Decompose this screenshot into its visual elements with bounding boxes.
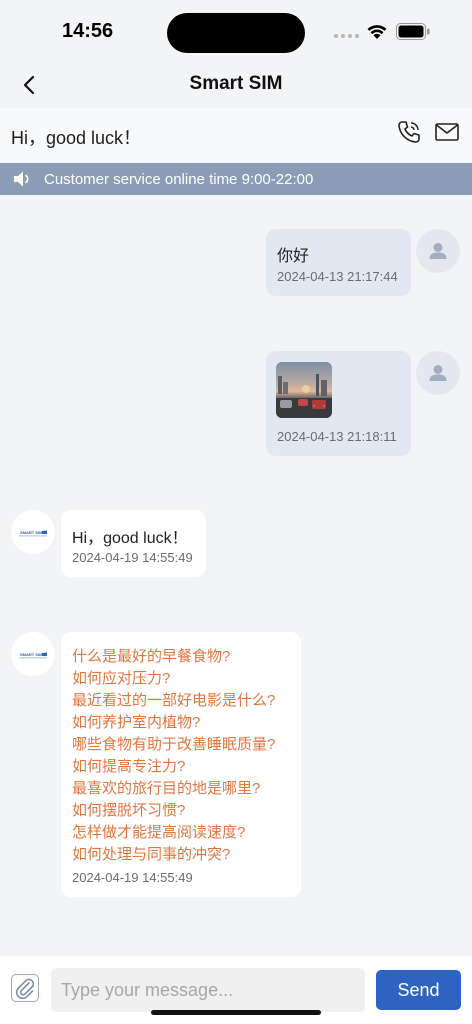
faq-list: 什么是最好的早餐食物? 如何应对压力? 最近看过的一部好电影是什么? 如何养护室… (72, 646, 275, 866)
paperclip-icon (15, 978, 35, 1000)
svg-text:SMART SIM: SMART SIM (20, 530, 43, 535)
photo-thumbnail[interactable] (276, 362, 332, 418)
bot-avatar: SMART SIM (11, 632, 55, 676)
message-input[interactable] (51, 968, 365, 1012)
status-time: 14:56 (62, 20, 114, 42)
faq-question[interactable]: 如何养护室内植物? (72, 712, 275, 734)
faq-question[interactable]: 最喜欢的旅行目的地是哪里? (72, 778, 275, 800)
faq-question[interactable]: 什么是最好的早餐食物? (72, 646, 275, 668)
notice-bar: Customer service online time 9:00-22:00 (0, 163, 472, 195)
nav-bar: Smart SIM (0, 62, 472, 108)
home-indicator (151, 1010, 321, 1015)
attach-button[interactable] (11, 974, 39, 1002)
user-avatar (416, 351, 460, 395)
notice-text: Customer service online time 9:00-22:00 (44, 171, 314, 188)
person-icon (429, 365, 447, 381)
city-street-photo (276, 374, 332, 418)
dynamic-island (167, 13, 305, 53)
smart-sim-logo: SMART SIM (19, 530, 47, 537)
message-bubble: Hi，good luck！ 2024-04-19 14:55:49 (61, 510, 206, 577)
faq-question[interactable]: 如何摆脱坏习惯? (72, 800, 275, 822)
send-button[interactable]: Send (376, 970, 461, 1010)
smart-sim-logo: SMART SIM (19, 652, 47, 659)
wifi-icon (367, 25, 387, 39)
message-text: Hi，good luck！ (72, 530, 188, 547)
person-icon (429, 243, 447, 259)
mail-icon[interactable] (434, 120, 460, 144)
faq-question[interactable]: 怎样做才能提高阅读速度? (72, 822, 275, 844)
bot-avatar: SMART SIM (11, 510, 55, 554)
page-title: Smart SIM (189, 73, 283, 94)
message-timestamp: 2024-04-19 14:55:49 (72, 870, 193, 885)
message-timestamp: 2024-04-13 21:17:44 (277, 269, 398, 284)
svg-text:SMART SIM: SMART SIM (20, 652, 43, 657)
phone-icon[interactable] (396, 119, 422, 145)
faq-question[interactable]: 如何处理与同事的冲突? (72, 844, 275, 866)
user-avatar (416, 229, 460, 273)
message-timestamp: 2024-04-13 21:18:11 (277, 429, 397, 444)
faq-question[interactable]: 最近看过的一部好电影是什么? (72, 690, 275, 712)
message-text: 你好 (277, 248, 310, 265)
faq-question[interactable]: 哪些食物有助于改善睡眠质量? (72, 734, 275, 756)
greeting-text: Hi，good luck！ (11, 128, 142, 148)
message-timestamp: 2024-04-19 14:55:49 (72, 550, 193, 565)
faq-question[interactable]: 如何提高专注力? (72, 756, 275, 778)
message-bubble: 你好 2024-04-13 21:17:44 (266, 229, 411, 296)
speaker-icon (14, 171, 29, 187)
faq-question[interactable]: 如何应对压力? (72, 668, 275, 690)
battery-icon (396, 23, 430, 40)
cellular-signal-icon (334, 34, 359, 38)
status-bar: 14:56 (0, 0, 472, 62)
